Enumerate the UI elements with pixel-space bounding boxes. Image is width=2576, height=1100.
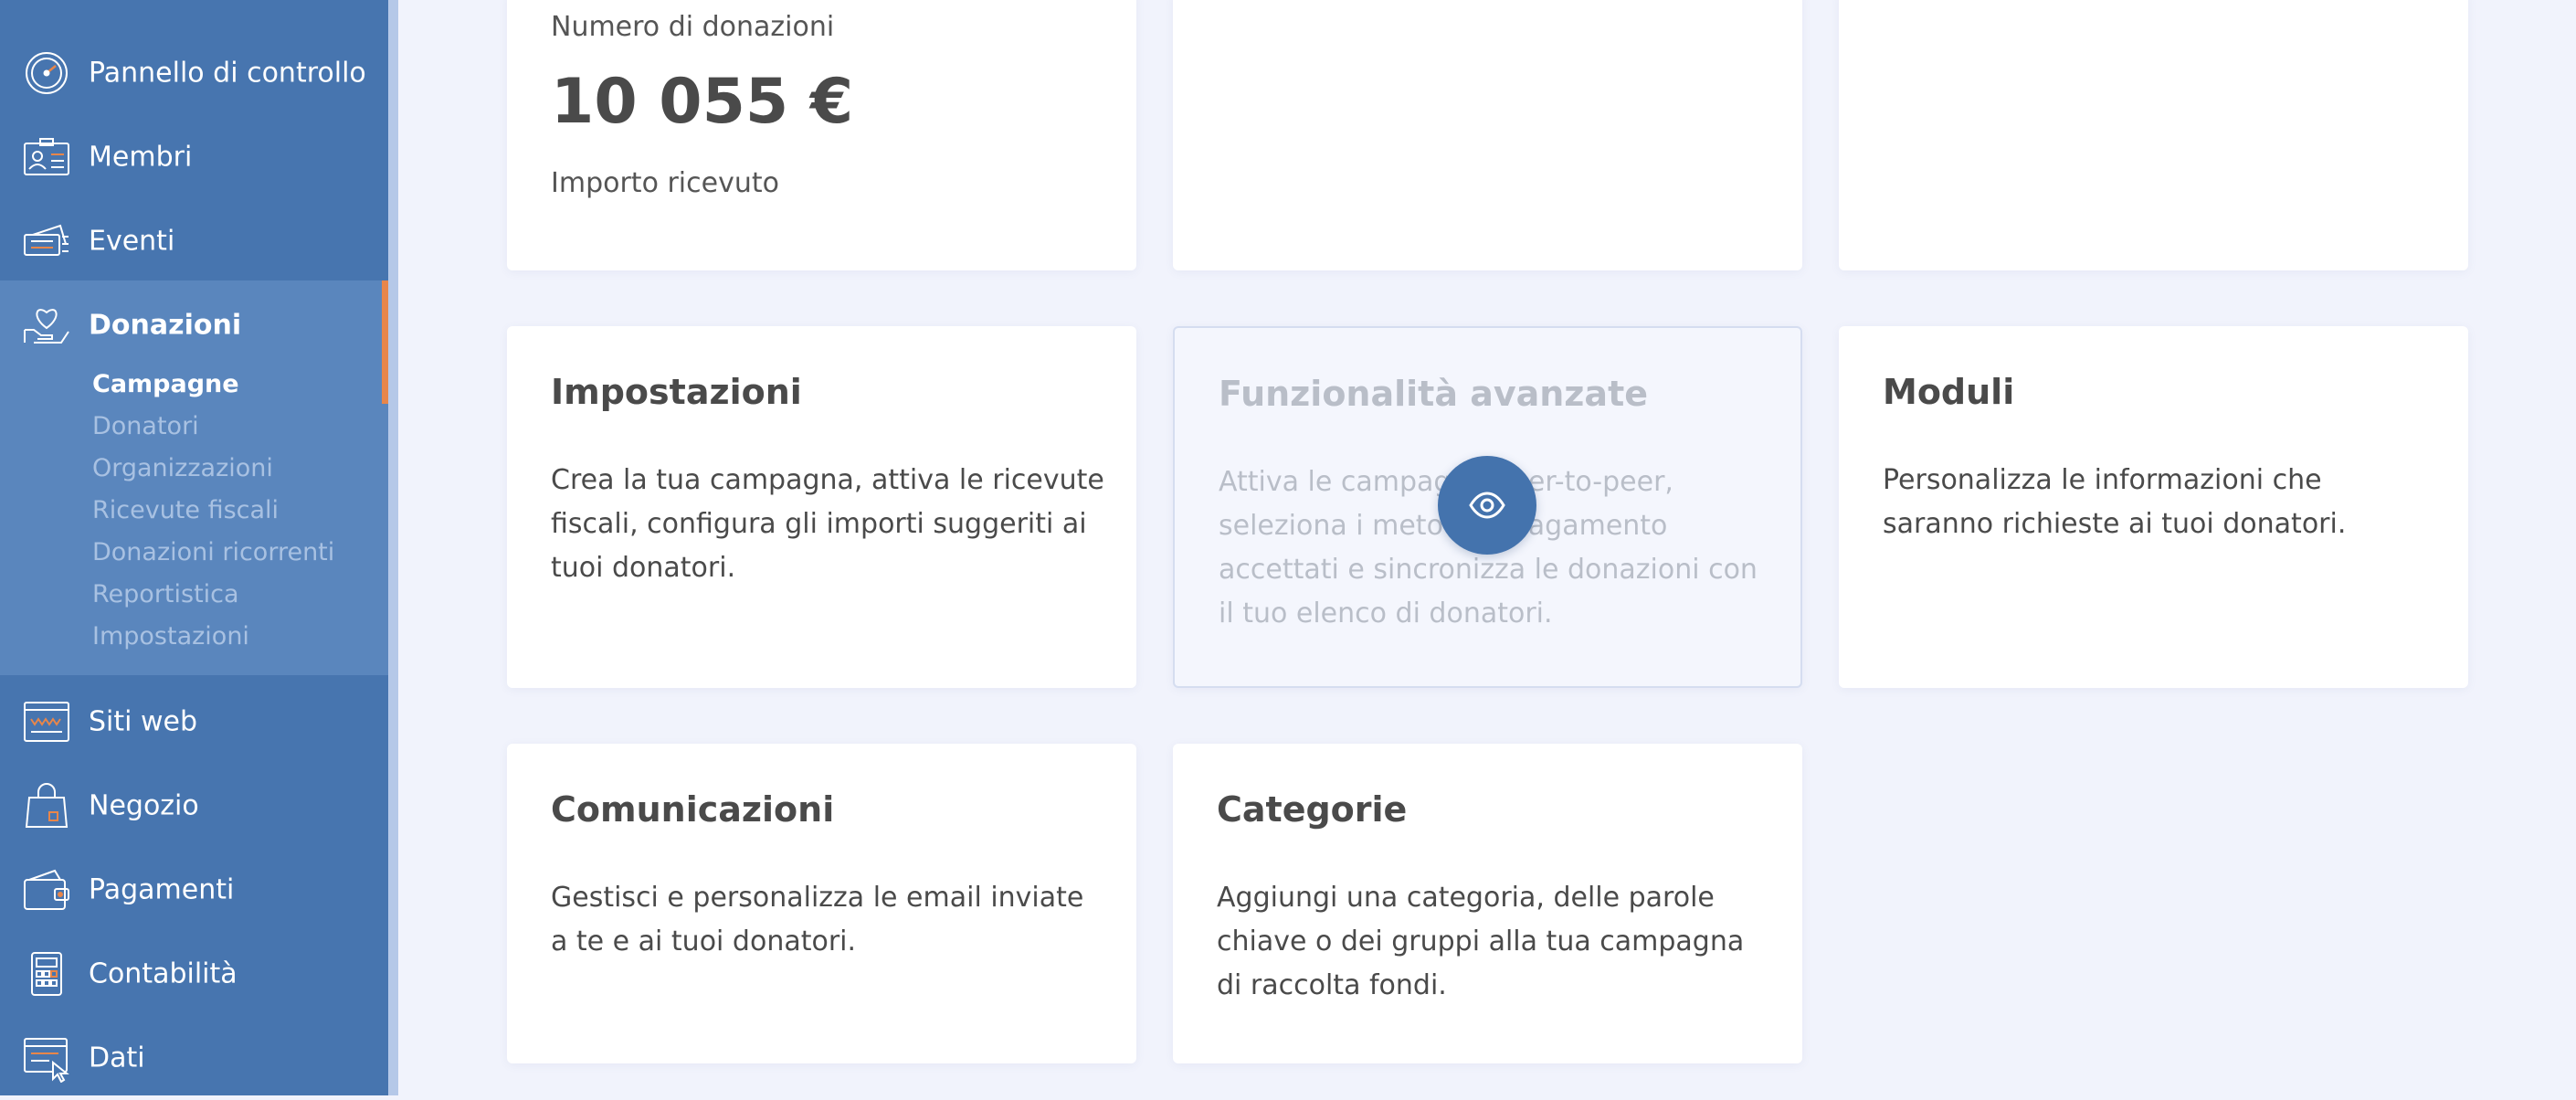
preview-eye-button[interactable] [1438,456,1536,555]
card-description: Gestisci e personalizza le email inviate… [551,882,1084,957]
card-title: Impostazioni [551,372,802,412]
sidebar-item-label: Contabilità [89,957,238,990]
speedometer-icon [22,48,71,98]
sidebar-item-eventi[interactable]: Eventi [0,199,388,283]
sidebar: Pannello di controllo Membri Eventi Dona… [0,0,388,1095]
sidebar-item-label: Eventi [89,225,175,258]
calculator-icon [22,949,71,999]
card-impostazioni[interactable]: Impostazioni Crea la tua campagna, attiv… [507,326,1136,688]
eye-icon [1466,484,1508,526]
tickets-icon [22,217,71,266]
sidebar-item-dati[interactable]: Dati [0,1016,388,1100]
subitem-ricevute-fiscali[interactable]: Ricevute fiscali [92,496,279,524]
subitem-donatori[interactable]: Donatori [92,412,199,440]
card-moduli[interactable]: Moduli Personalizza le informazioni che … [1839,326,2468,688]
subitem-impostazioni[interactable]: Impostazioni [92,622,249,650]
sidebar-item-label: Pagamenti [89,873,235,906]
sidebar-item-label: Pannello di controllo [89,57,366,90]
card-title: Comunicazioni [551,789,835,830]
subitem-reportistica[interactable]: Reportistica [92,580,239,608]
member-card-icon [22,132,71,182]
sidebar-item-membri[interactable]: Membri [0,115,388,199]
stats-card-empty [1173,0,1802,270]
sidebar-item-siti-web[interactable]: Siti web [0,680,388,764]
heart-hand-icon [22,301,71,350]
stat-count-label: Numero di donazioni [551,11,835,43]
card-comunicazioni[interactable]: Comunicazioni Gestisci e personalizza le… [507,744,1136,1063]
card-title: Categorie [1217,789,1408,830]
stat-amount-value: 10 055 € [551,66,854,138]
data-icon [22,1033,71,1083]
subitem-campagne[interactable]: Campagne [92,370,239,398]
browser-window-icon [22,697,71,746]
stats-card-empty [1839,0,2468,270]
card-title: Funzionalità avanzate [1219,374,1649,414]
card-description: Aggiungi una categoria, delle parole chi… [1217,882,1745,1001]
sidebar-item-pagamenti[interactable]: Pagamenti [0,848,388,932]
sidebar-item-contabilita[interactable]: Contabilità [0,932,388,1016]
card-title: Moduli [1883,372,2015,412]
subitem-organizzazioni[interactable]: Organizzazioni [92,454,273,482]
card-categorie[interactable]: Categorie Aggiungi una categoria, delle … [1173,744,1802,1063]
wallet-icon [22,865,71,915]
sidebar-item-label: Negozio [89,789,199,822]
sidebar-item-label: Dati [89,1042,145,1074]
sidebar-item-label: Donazioni [89,309,242,342]
sidebar-scroll-rail [388,0,398,1095]
sidebar-item-negozio[interactable]: Negozio [0,764,388,848]
sidebar-item-label: Siti web [89,705,198,738]
sidebar-item-label: Membri [89,141,193,174]
card-description: Crea la tua campagna, attiva le ricevute… [551,464,1104,584]
sidebar-item-donazioni[interactable]: Donazioni [0,283,388,367]
sidebar-item-pannello-di-controllo[interactable]: Pannello di controllo [0,31,388,115]
card-description: Personalizza le informazioni che saranno… [1883,464,2347,540]
subitem-donazioni-ricorrenti[interactable]: Donazioni ricorrenti [92,538,334,566]
stat-amount-label: Importo ricevuto [551,167,779,199]
shopping-bag-icon [22,781,71,830]
stats-card: Numero di donazioni 10 055 € Importo ric… [507,0,1136,270]
